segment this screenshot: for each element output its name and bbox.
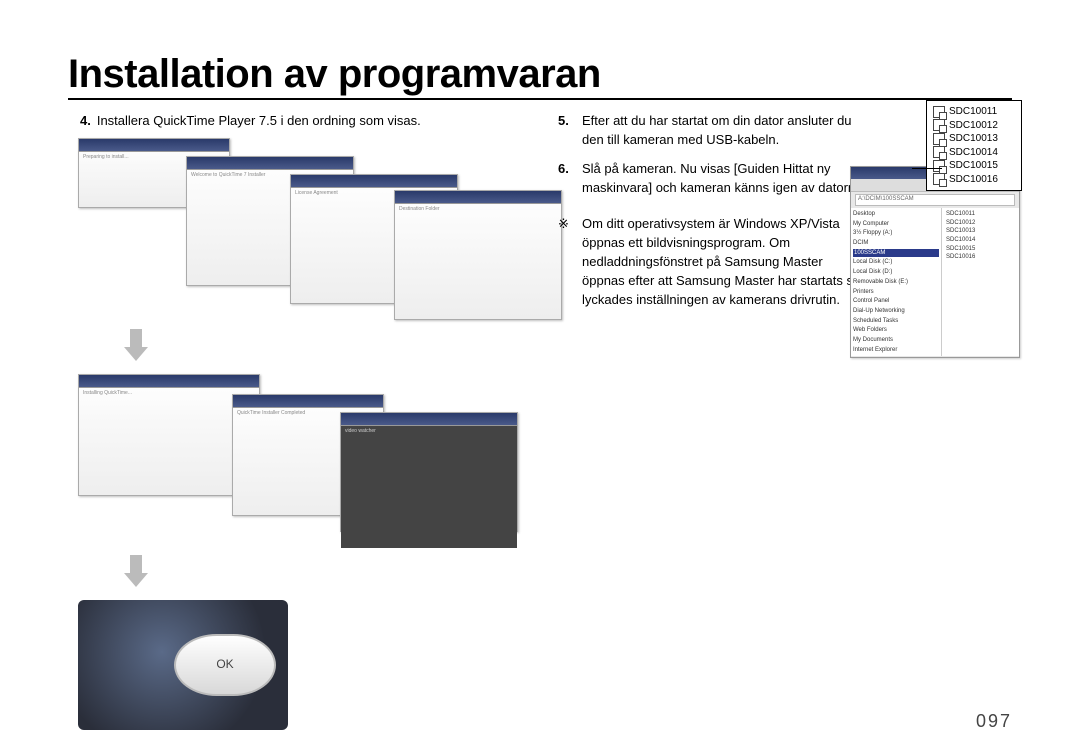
file-item: SDC10014 xyxy=(946,236,1015,245)
explorer-window-thumb: A:\DCIM\100SSCAM Desktop My Computer 3½ … xyxy=(850,166,1020,358)
file-item: SDC10016 xyxy=(946,253,1015,262)
step-6-text: Slå på kameran. Nu visas [Guiden Hittat … xyxy=(582,160,872,198)
step-5-text: Efter att du har startat om din dator an… xyxy=(582,112,872,150)
right-column: 5. Efter att du har startat om din dator… xyxy=(558,112,1014,310)
image-file-icon xyxy=(933,146,945,158)
file-item: SDC10012 xyxy=(946,219,1015,228)
step-4-text: Installera QuickTime Player 7.5 i den or… xyxy=(97,112,421,130)
down-arrow-icon xyxy=(124,552,148,590)
tree-item: Dial-Up Networking xyxy=(853,307,939,316)
explorer-tree: Desktop My Computer 3½ Floppy (A:) DCIM … xyxy=(851,208,942,356)
explorer-address-bar: A:\DCIM\100SSCAM xyxy=(855,194,1015,206)
callout-item: SDC10012 xyxy=(933,119,1015,133)
tree-item: Web Folders xyxy=(853,326,939,335)
page-number: 097 xyxy=(976,711,1012,732)
step-4-number: 4. xyxy=(80,112,91,130)
file-item: SDC10015 xyxy=(946,245,1015,254)
tree-item: Internet Explorer xyxy=(853,346,939,355)
installer-thumb: video watcher xyxy=(340,412,518,532)
step-5-number: 5. xyxy=(558,112,576,150)
callout-label: SDC10014 xyxy=(949,146,998,160)
step-6-number: 6. xyxy=(558,160,576,198)
tree-item: Printers xyxy=(853,288,939,297)
installer-thumbs-row-2: Installing QuickTime... QuickTime Instal… xyxy=(78,374,528,542)
tree-item: Scheduled Tasks xyxy=(853,317,939,326)
tree-item: Local Disk (C:) xyxy=(853,258,939,267)
file-item: SDC10011 xyxy=(946,210,1015,219)
installer-thumbs-row-1: Preparing to install... Welcome to Quick… xyxy=(78,138,528,316)
callout-label: SDC10013 xyxy=(949,132,998,146)
tree-item: Control Panel xyxy=(853,297,939,306)
explorer-pane: SDC10011 SDC10012 SDC10013 SDC10014 SDC1… xyxy=(942,208,1019,356)
image-file-icon xyxy=(933,160,945,172)
left-column: 4. Installera QuickTime Player 7.5 i den… xyxy=(68,112,528,746)
callout-item: SDC10016 xyxy=(933,173,1015,187)
note-text: Om ditt operativsystem är Windows XP/Vis… xyxy=(582,215,868,309)
installer-thumb: Destination Folder xyxy=(394,190,562,320)
page-title: Installation av programvaran xyxy=(68,52,601,97)
callout-label: SDC10016 xyxy=(949,173,998,187)
callout-label: SDC10012 xyxy=(949,119,998,133)
file-item: SDC10013 xyxy=(946,227,1015,236)
tree-item: Removable Disk (E:) xyxy=(853,278,939,287)
tree-item: Local Disk (D:) xyxy=(853,268,939,277)
tree-item: Desktop xyxy=(853,210,939,219)
ok-button-magnified: OK xyxy=(174,634,276,696)
image-file-icon xyxy=(933,133,945,145)
image-file-icon xyxy=(933,173,945,185)
down-arrow-icon xyxy=(124,326,148,364)
callout-leader-line xyxy=(912,168,942,169)
samsung-installer-thumb: OK xyxy=(78,600,288,730)
tree-item: My Computer xyxy=(853,220,939,229)
note: ※ Om ditt operativsystem är Windows XP/V… xyxy=(558,215,868,309)
tree-item: My Documents xyxy=(853,336,939,345)
tree-item: DCIM xyxy=(853,239,939,248)
tree-item: Network Neighborhood xyxy=(853,355,939,356)
reference-mark-icon: ※ xyxy=(558,215,576,309)
callout-label: SDC10011 xyxy=(949,105,997,119)
image-file-icon xyxy=(933,119,945,131)
step-4: 4. Installera QuickTime Player 7.5 i den… xyxy=(80,112,528,130)
title-rule xyxy=(68,98,1012,100)
callout-item: SDC10015 xyxy=(933,159,1015,173)
callout-label: SDC10015 xyxy=(949,159,998,173)
image-file-icon xyxy=(933,106,945,118)
callout-item: SDC10013 xyxy=(933,132,1015,146)
file-list-callout: SDC10011 SDC10012 SDC10013 SDC10014 SDC1… xyxy=(926,100,1022,191)
tree-item: 3½ Floppy (A:) xyxy=(853,229,939,238)
callout-item: SDC10011 xyxy=(933,105,1015,119)
tree-item: 100SSCAM xyxy=(853,249,939,258)
callout-item: SDC10014 xyxy=(933,146,1015,160)
